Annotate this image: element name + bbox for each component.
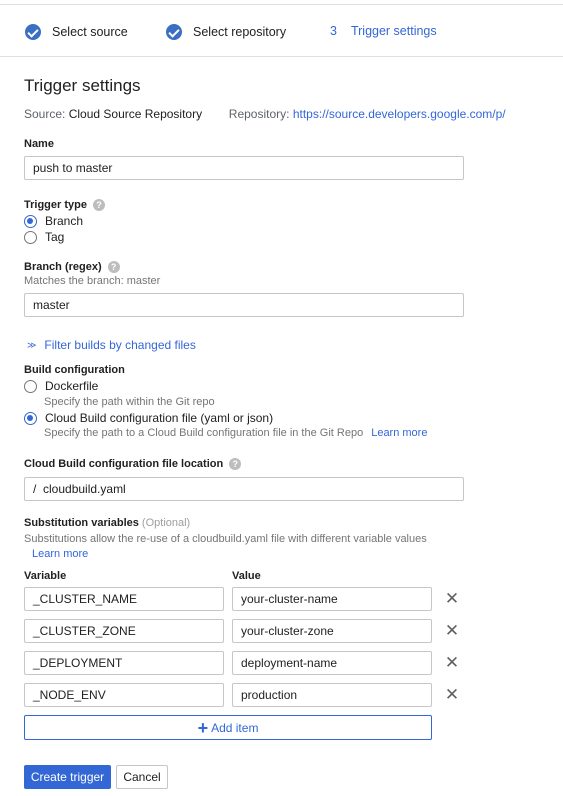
build-config-label: Build configuration [24,364,125,376]
close-icon[interactable]: ✕ [443,622,461,640]
radio-cloud-build-config[interactable]: Cloud Build configuration file (yaml or … [24,411,273,425]
value-field[interactable]: production [232,683,432,707]
step-label: Select repository [193,25,287,39]
radio-label: Dockerfile [45,379,99,393]
variable-field[interactable]: _DEPLOYMENT [24,651,224,675]
stepper: Select source Select repository 3 Trigge… [0,5,563,57]
repository-label: Repository: [228,107,290,121]
check-circle-icon [166,24,182,40]
close-icon[interactable]: ✕ [443,654,461,672]
name-label: Name [24,138,54,150]
dockerfile-description: Specify the path within the Git repo [44,396,215,408]
source-info: Source: Cloud Source Repository Reposito… [24,107,506,121]
add-item-button[interactable]: + Add item [24,715,432,740]
config-location-label: Cloud Build configuration file location … [24,458,242,470]
substitution-description: Substitutions allow the re-use of a clou… [24,533,427,545]
variable-field[interactable]: _NODE_ENV [24,683,224,707]
radio-label: Branch [45,214,84,228]
radio-branch[interactable]: Branch [24,214,83,228]
create-trigger-button[interactable]: Create trigger [24,765,111,789]
learn-more-link[interactable]: Learn more [371,427,427,439]
source-label: Source: [24,107,66,121]
cloud-build-description: Specify the path to a Cloud Build config… [44,427,428,439]
variable-column-header: Variable [24,570,67,582]
radio-selected-icon[interactable] [24,411,37,425]
chevron-double-down-icon: ≫ [27,339,37,350]
step-select-repository[interactable]: Select repository [166,24,286,40]
source-value: Cloud Source Repository [68,107,203,121]
repository-link[interactable]: https://source.developers.google.com/p/ [293,107,506,121]
value-field[interactable]: deployment-name [232,651,432,675]
substitution-learn-more-link[interactable]: Learn more [32,548,88,560]
page-title: Trigger settings [24,76,141,95]
cancel-button[interactable]: Cancel [116,765,168,789]
value-column-header: Value [232,570,261,582]
value-field[interactable]: your-cluster-name [232,587,432,611]
radio-tag[interactable]: Tag [24,230,64,244]
radio-dockerfile[interactable]: Dockerfile [24,379,98,393]
branch-label: Branch (regex) ? [24,261,120,273]
step-label: Trigger settings [350,24,437,38]
variable-field[interactable]: _CLUSTER_NAME [24,587,224,611]
radio-unselected-icon[interactable] [24,379,37,393]
value-field[interactable]: your-cluster-zone [232,619,432,643]
radio-unselected-icon[interactable] [24,230,37,244]
close-icon[interactable]: ✕ [443,590,461,608]
config-location-value: cloudbuild.yaml [43,482,126,496]
radio-selected-icon[interactable] [24,214,37,228]
substitution-label: Substitution variables (Optional) [24,517,191,529]
variable-field[interactable]: _CLUSTER_ZONE [24,619,224,643]
path-prefix: / [33,482,37,496]
config-location-field[interactable]: / cloudbuild.yaml [24,477,464,501]
radio-label: Cloud Build configuration file (yaml or … [45,411,274,425]
close-icon[interactable]: ✕ [443,686,461,704]
filter-builds-link[interactable]: ≫ Filter builds by changed files [27,338,196,352]
branch-field[interactable]: master [24,293,464,317]
name-field[interactable]: push to master [24,156,464,180]
help-icon[interactable]: ? [92,199,105,211]
help-icon[interactable]: ? [107,261,120,273]
radio-label: Tag [45,230,65,244]
step-trigger-settings: 3 Trigger settings [330,24,437,38]
branch-hint: Matches the branch: master [24,275,161,287]
help-icon[interactable]: ? [229,458,242,470]
optional-tag: (Optional) [141,517,191,529]
step-number: 3 [330,24,337,38]
step-label: Select source [52,25,128,39]
check-circle-icon [25,24,41,40]
plus-icon: + [197,717,209,738]
trigger-type-label: Trigger type ? [24,199,105,211]
step-select-source[interactable]: Select source [25,24,128,40]
